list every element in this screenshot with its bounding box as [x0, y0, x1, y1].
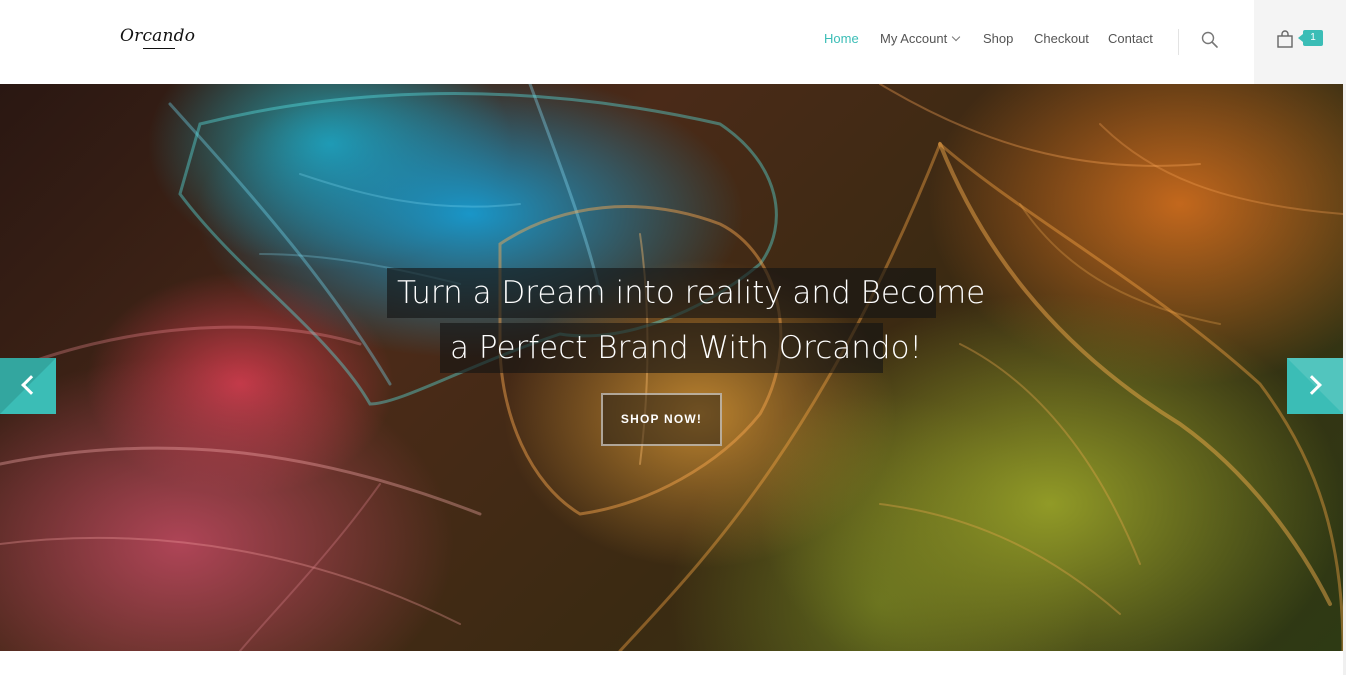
- nav-item-contact[interactable]: Contact: [1108, 31, 1153, 46]
- logo-underline: [143, 48, 175, 49]
- nav-item-checkout[interactable]: Checkout: [1034, 31, 1089, 46]
- shop-now-button[interactable]: SHOP NOW!: [601, 393, 722, 446]
- cart-area: [1254, 0, 1346, 84]
- hero-headline-line2: a Perfect Brand With Orcando!: [440, 323, 922, 373]
- cart-count-badge: 1: [1298, 30, 1323, 46]
- nav-item-home[interactable]: Home: [824, 31, 859, 46]
- slider-prev-button[interactable]: [0, 358, 56, 414]
- nav-item-shop[interactable]: Shop: [983, 31, 1013, 46]
- hero-slider: Turn a Dream into reality and Become a P…: [0, 84, 1343, 651]
- slider-next-button[interactable]: [1287, 358, 1343, 414]
- chevron-down-icon: [951, 32, 961, 42]
- nav-divider: [1178, 29, 1179, 55]
- search-icon[interactable]: [1201, 31, 1219, 49]
- shopping-bag-icon[interactable]: [1276, 30, 1294, 48]
- hero-headline-line1: Turn a Dream into reality and Become: [387, 268, 985, 318]
- site-logo[interactable]: Orcando: [120, 26, 195, 46]
- site-header: Orcando Home My Account Shop Checkout Co…: [0, 0, 1346, 84]
- nav-item-my-account[interactable]: My Account: [880, 31, 947, 46]
